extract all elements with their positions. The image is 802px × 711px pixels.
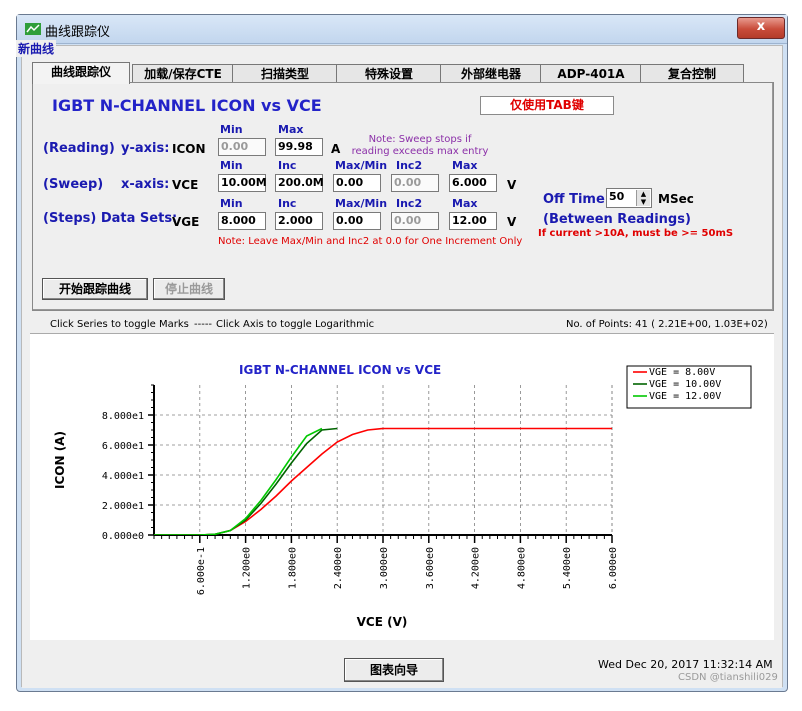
steps-max-header: Max: [452, 197, 478, 210]
status-points: No. of Points: 41 ( 2.21E+00, 1.03E+02): [566, 319, 768, 330]
sweep-max-header: Max: [452, 159, 478, 172]
reading-max-input[interactable]: 99.98: [275, 138, 323, 156]
steps-inc-input[interactable]: 2.000: [275, 212, 323, 230]
steps-maxmin-header: Max/Min: [335, 197, 388, 210]
app-icon: [25, 23, 41, 35]
steps-max-input[interactable]: 12.00: [449, 212, 497, 230]
panel-heading: IGBT N-CHANNEL ICON vs VCE: [52, 96, 322, 115]
close-icon: x: [756, 19, 766, 34]
y-tick-label: 8.000e1: [102, 411, 144, 422]
sweep-min-input[interactable]: 10.00M: [218, 174, 267, 192]
status-toggle-marks: Click Series to toggle Marks: [50, 319, 189, 330]
tab-curve-tracer[interactable]: 曲线跟踪仪: [32, 62, 130, 84]
legend-entry[interactable]: VGE = 12.00V: [649, 391, 721, 402]
sweep-min-header: Min: [220, 159, 243, 172]
x-tick-label: 1.800e0: [287, 547, 298, 589]
start-trace-button[interactable]: 开始跟踪曲线: [42, 278, 148, 300]
sweep-inc2-header: Inc2: [396, 159, 423, 172]
chart-legend[interactable]: VGE = 8.00VVGE = 10.00VVGE = 12.00V: [626, 365, 752, 409]
x-tick-label: 4.200e0: [471, 547, 482, 589]
sweep-stop-note-line2: reading exceeds max entry: [351, 146, 489, 157]
legend-entry[interactable]: VGE = 10.00V: [649, 379, 721, 390]
steps-inc-header: Inc: [278, 197, 297, 210]
sweep-inc-header: Inc: [278, 159, 297, 172]
steps-label: (Steps) Data Sets:: [43, 211, 178, 226]
chart-title: IGBT N-CHANNEL ICON vs VCE: [239, 363, 441, 377]
reading-param: ICON: [172, 142, 206, 156]
x-tick-label: 3.600e0: [425, 547, 436, 589]
chart-axes[interactable]: 6.000e-1 1.200e0 1.800e0 2.400e0 3.000e0 3.60…: [102, 384, 619, 595]
reading-min-header: Min: [220, 123, 243, 136]
y-tick-label: 0.000e0: [102, 531, 144, 542]
close-button[interactable]: x: [737, 17, 785, 39]
legend-entry[interactable]: VGE = 8.00V: [649, 367, 715, 378]
status-separator: -----: [194, 319, 213, 330]
x-tick-label: 6.000e-1: [196, 547, 207, 595]
tab-key-only-button[interactable]: 仅使用TAB键: [480, 96, 614, 115]
y-tick-label: 6.000e1: [102, 441, 144, 452]
sweep-stop-note: Note: Sweep stops if reading exceeds max…: [350, 134, 490, 158]
y-axis-label[interactable]: ICON (A): [53, 431, 67, 489]
tab-scan-type[interactable]: 扫描类型: [232, 64, 338, 83]
reading-unit: A: [331, 142, 341, 156]
tab-special-settings[interactable]: 特殊设置: [336, 64, 442, 83]
reading-label: (Reading): [43, 141, 115, 156]
stop-trace-button[interactable]: 停止曲线: [153, 278, 225, 300]
sweep-label: (Sweep): [43, 177, 104, 192]
sweep-maxmin-header: Max/Min: [335, 159, 388, 172]
x-tick-label: 3.000e0: [379, 547, 390, 589]
watermark: CSDN @tianshili029: [678, 672, 778, 683]
sweep-inc2-input[interactable]: 0.00: [391, 174, 439, 192]
y-tick-label: 4.000e1: [102, 471, 144, 482]
sweep-maxmin-input[interactable]: 0.00: [333, 174, 381, 192]
title-bar[interactable]: 曲线跟踪仪 x: [17, 15, 787, 44]
steps-unit: V: [507, 215, 517, 229]
steps-maxmin-input[interactable]: 0.00: [333, 212, 381, 230]
sweep-inc-input[interactable]: 200.0M: [275, 174, 324, 192]
tab-adp401a[interactable]: ADP-401A: [540, 64, 642, 83]
curve-series-3[interactable]: [154, 427, 323, 536]
off-time-spinner[interactable]: 50 ▲ ▼: [606, 188, 652, 208]
steps-inc2-input[interactable]: 0.00: [391, 212, 439, 230]
y-tick-label: 2.000e1: [102, 501, 144, 512]
sweep-max-input[interactable]: 6.000: [449, 174, 497, 192]
chart-grid: [154, 385, 613, 535]
x-axis-label[interactable]: VCE (V): [357, 615, 408, 629]
off-time-value: 50: [609, 190, 625, 203]
x-tick-label: 2.400e0: [333, 547, 344, 589]
tab-load-save[interactable]: 加载/保存CTE: [132, 64, 234, 83]
reading-axis-label: y-axis:: [121, 141, 170, 156]
tab-composite-control[interactable]: 复合控制: [640, 64, 744, 83]
datetime-display: Wed Dec 20, 2017 11:32:14 AM: [598, 658, 773, 671]
x-tick-label: 1.200e0: [242, 547, 253, 589]
sweep-param: VCE: [172, 178, 199, 192]
chart-wizard-button[interactable]: 图表向导: [344, 658, 444, 682]
x-tick-label: 6.000e0: [608, 547, 619, 589]
sweep-unit: V: [507, 178, 517, 192]
tab-external-relay[interactable]: 外部继电器: [440, 64, 542, 83]
off-time-label: Off Time:: [543, 192, 610, 207]
steps-inc2-header: Inc2: [396, 197, 423, 210]
sweep-axis-label: x-axis:: [121, 177, 170, 192]
x-tick-label: 5.400e0: [562, 547, 573, 589]
spinner-arrows-icon[interactable]: ▲ ▼: [636, 190, 650, 206]
sweep-stop-note-line1: Note: Sweep stops if: [368, 134, 472, 145]
window-title: 曲线跟踪仪: [45, 25, 111, 40]
steps-min-input[interactable]: 8.000: [218, 212, 266, 230]
current-warning: If current >10A, must be >= 50mS: [538, 228, 734, 239]
status-toggle-log: Click Axis to toggle Logarithmic: [216, 319, 375, 330]
increment-note: Note: Leave Max/Min and Inc2 at 0.0 for …: [218, 236, 523, 247]
group-label: 新曲线: [16, 40, 57, 57]
steps-min-header: Min: [220, 197, 243, 210]
reading-max-header: Max: [278, 123, 304, 136]
x-tick-label: 4.800e0: [516, 547, 527, 589]
between-readings-label: (Between Readings): [543, 212, 691, 227]
ivc-chart[interactable]: IGBT N-CHANNEL ICON vs VCE 6.000e-1 1.200…: [30, 333, 774, 639]
off-time-unit: MSec: [658, 192, 694, 206]
reading-min-input[interactable]: 0.00: [218, 138, 266, 156]
steps-param: VGE: [172, 215, 200, 229]
